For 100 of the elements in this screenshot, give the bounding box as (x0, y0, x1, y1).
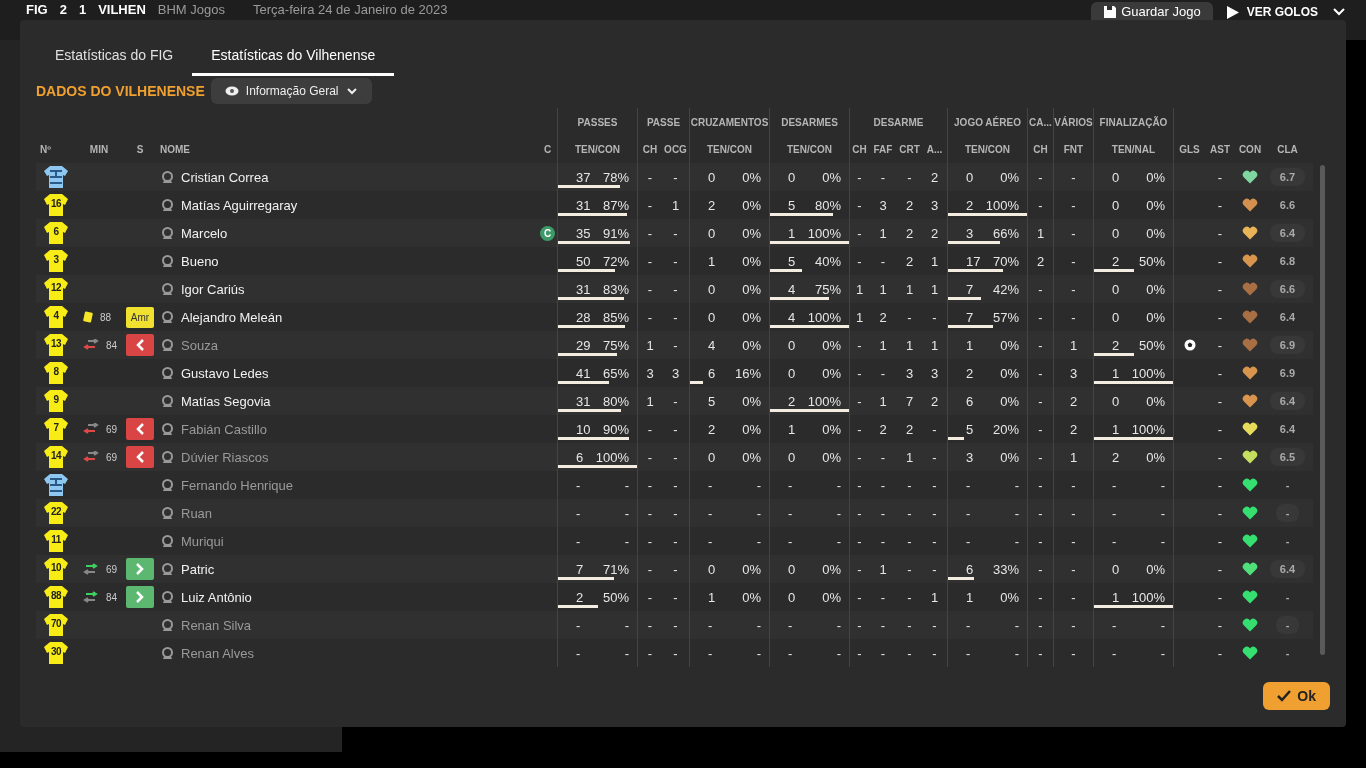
player-name[interactable]: Bueno (181, 253, 219, 269)
player-name[interactable]: Fernando Henrique (181, 477, 294, 493)
stat-value: - (907, 561, 912, 577)
stat-value: 2 (1112, 337, 1120, 353)
stat-value: - (907, 645, 912, 661)
stat-value: - (576, 477, 581, 493)
column-header: CH (852, 144, 867, 155)
stat-value: 31 (576, 281, 591, 297)
player-name[interactable]: Alejandro Meleán (181, 309, 283, 325)
stat-value: 2 (1069, 393, 1078, 409)
stat-value: 3 (966, 449, 974, 465)
stat-value: 2 (788, 393, 796, 409)
rating-value: - (1284, 534, 1291, 549)
view-goals-button[interactable]: VER GOLOS (1226, 3, 1318, 19)
column-header: S (136, 144, 144, 155)
player-name[interactable]: Matías Aguirregaray (181, 197, 298, 213)
save-game-button[interactable]: Guardar Jogo (1091, 2, 1213, 20)
stat-percent: 0% (822, 421, 841, 437)
column-group-header: VÁRIOS (1054, 116, 1093, 128)
stat-value: - (907, 505, 912, 521)
stat-percent: 0% (1000, 169, 1019, 185)
shirt-icon (43, 529, 69, 553)
stat-percent: 71% (602, 561, 629, 577)
eye-icon (224, 86, 239, 96)
player-name[interactable]: Fabián Castillo (181, 421, 267, 437)
stat-value: - (1038, 393, 1043, 409)
stat-value: - (673, 533, 678, 549)
stat-value: 1 (930, 589, 939, 605)
stat-value: - (708, 617, 713, 633)
shirt-number: 3 (53, 254, 59, 266)
stat-value: 0 (1112, 225, 1120, 241)
player-name[interactable]: Marcelo (181, 225, 228, 241)
stat-value: - (857, 253, 862, 269)
player-name[interactable]: Souza (181, 337, 218, 353)
stat-percent: 100% (985, 197, 1019, 213)
shirt-number: 9 (53, 394, 59, 406)
stat-value: - (880, 533, 886, 549)
stat-value: - (1217, 197, 1223, 213)
stat-value: - (857, 337, 862, 353)
stat-value: - (932, 477, 937, 493)
player-name[interactable]: Matías Segovia (181, 393, 271, 409)
stat-value: - (932, 561, 937, 577)
stat-value: 7 (905, 393, 914, 409)
stat-value: 1 (646, 337, 654, 353)
stat-percent: 0% (742, 449, 761, 465)
stat-value: - (1038, 505, 1043, 521)
stat-percent: 87% (602, 197, 629, 213)
stat-percent: 100% (1131, 421, 1165, 437)
stat-percent: 75% (814, 281, 841, 297)
shirt-number: 6 (53, 226, 59, 238)
player-name[interactable]: Cristian Correa (181, 169, 269, 185)
minute-text: 84 (106, 591, 118, 603)
player-name[interactable]: Muriqui (181, 533, 224, 549)
booking-badge: Amr (125, 306, 155, 328)
stat-value: - (932, 645, 937, 661)
stat-percent: - (836, 645, 841, 661)
stat-percent: - (836, 477, 841, 493)
stat-value: 1 (879, 561, 887, 577)
stat-value: 31 (576, 197, 591, 213)
stat-value: - (673, 281, 678, 297)
stat-percent: - (1014, 505, 1019, 521)
player-name[interactable]: Gustavo Ledes (181, 365, 269, 381)
stat-value: - (673, 309, 678, 325)
shirt-icon (43, 221, 69, 245)
player-name[interactable]: Patric (181, 561, 215, 577)
stat-value: 2 (1036, 253, 1045, 269)
stat-value: - (1071, 617, 1076, 633)
stat-value: - (1038, 421, 1043, 437)
stat-value: - (880, 589, 886, 605)
stat-value: - (880, 617, 886, 633)
stat-value: 3 (879, 197, 887, 213)
stat-value: - (647, 169, 653, 185)
stat-percent: 0% (742, 253, 761, 269)
player-name[interactable]: Luiz Antônio (181, 589, 252, 605)
stat-percent: - (1160, 617, 1165, 633)
tab[interactable]: Estatísticas do FIG (36, 40, 193, 76)
player-name[interactable]: Ruan (181, 505, 213, 521)
rating-value: 6.8 (1278, 254, 1297, 269)
player-name[interactable]: Renan Silva (181, 617, 252, 633)
shirt-number: 16 (50, 198, 62, 210)
player-name[interactable]: Renan Alves (181, 645, 254, 661)
player-name[interactable]: Igor Cariús (181, 281, 245, 297)
person-icon (162, 171, 173, 183)
view-dropdown[interactable]: Informação Geral (210, 78, 372, 104)
stat-value: 5 (788, 253, 796, 269)
stat-value: - (647, 281, 653, 297)
ok-button[interactable]: Ok (1263, 682, 1330, 710)
player-name[interactable]: Dúvier Riascos (181, 449, 269, 465)
stat-value: - (857, 561, 862, 577)
stat-percent: 57% (992, 309, 1019, 325)
stat-value: - (1217, 589, 1223, 605)
stat-value: - (1071, 197, 1076, 213)
column-header: OCG (664, 144, 687, 155)
stat-value: 3 (671, 365, 680, 381)
person-icon (162, 311, 173, 323)
stat-value: - (673, 421, 678, 437)
stat-value: - (576, 533, 581, 549)
stat-value: - (788, 505, 793, 521)
stat-value: 7 (966, 281, 974, 297)
stat-value: 1 (788, 421, 796, 437)
